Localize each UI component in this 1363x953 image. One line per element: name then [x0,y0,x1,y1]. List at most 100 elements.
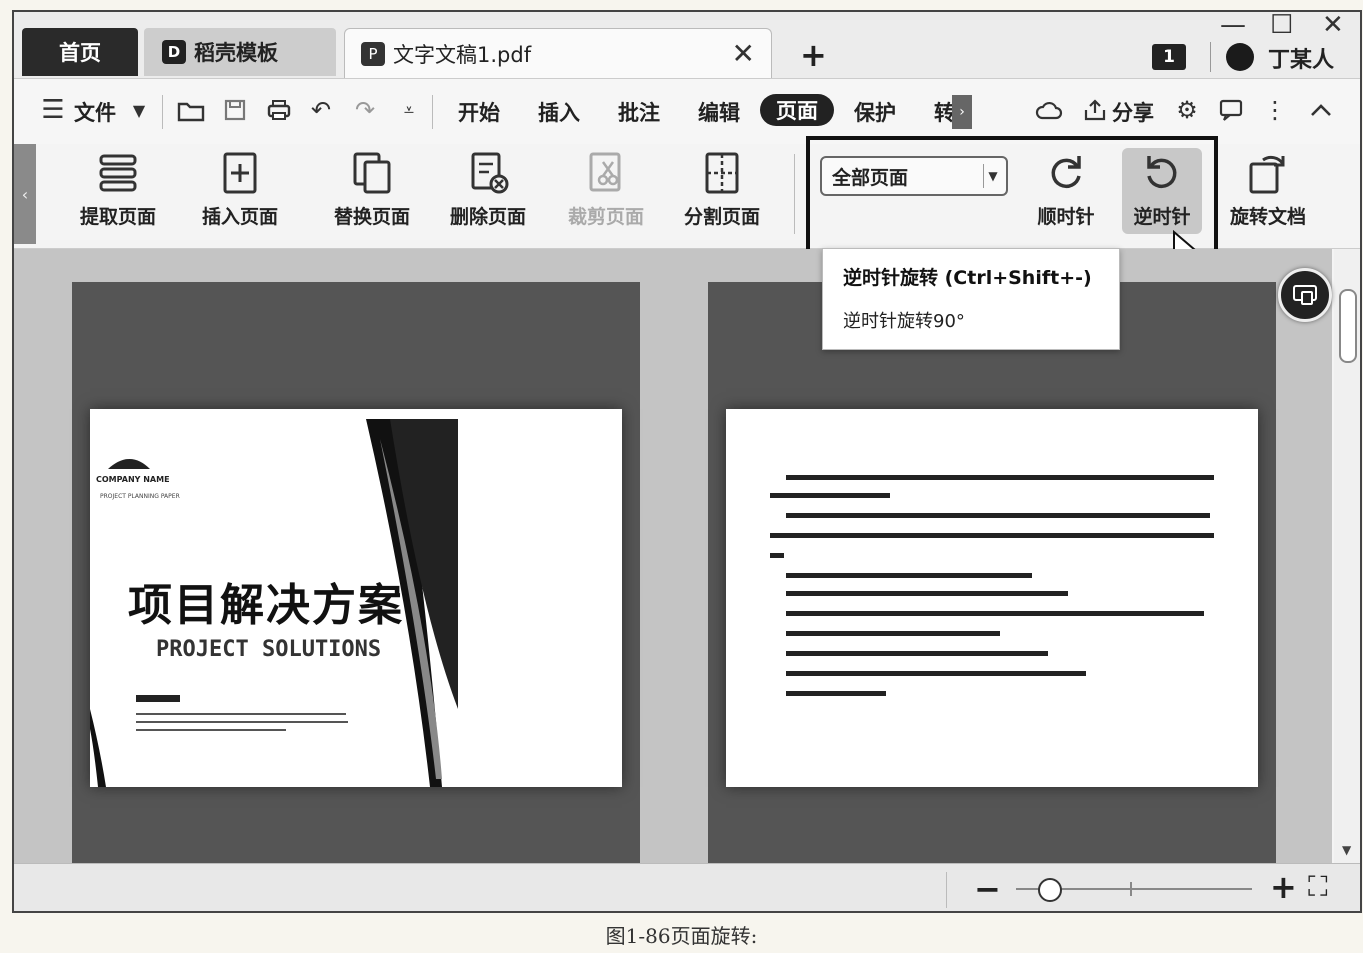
figure-caption: 图1-86页面旋转: [605,924,758,948]
replace-page-icon [353,152,391,194]
menu-edit[interactable]: 编辑 [698,97,740,127]
settings-gear-icon[interactable]: ⚙ [1170,93,1204,127]
share-icon[interactable] [1078,93,1112,127]
tab-home-label: 首页 [59,41,101,65]
insert-page-label: 插入页面 [201,206,278,228]
menu-bar: ☰ 文件 ▼ ↶ ↷ ⩡ 开始 插入 批注 编辑 页面 保护 转 › 分享 ⚙ [14,78,1360,145]
page-2-text-line [786,611,1204,616]
print-icon[interactable] [262,93,296,127]
comment-icon[interactable] [1214,93,1248,127]
divider [794,154,795,234]
chevron-down-icon[interactable]: ▼ [122,93,156,127]
menu-scroll-right-icon[interactable]: › [952,95,972,129]
more-options-icon[interactable]: ⋮ [1258,93,1292,127]
crop-page-icon [589,152,621,192]
rotate-document-icon [1249,155,1285,194]
avatar[interactable] [1226,43,1254,71]
open-folder-icon[interactable] [174,93,208,127]
share-button[interactable]: 分享 [1112,97,1154,127]
page-2-text-line [770,533,1214,538]
crop-page-label: 裁剪页面 [567,206,644,228]
undo-icon[interactable]: ↶ [304,93,338,127]
tab-bar: 首页 D 稻壳模板 P 文字文稿1.pdf ✕ + — ☐ ✕ 1 丁某人 [14,12,1360,78]
page-2-text-line [786,513,1210,518]
page-2-text-line [786,475,1214,480]
callout-highlight-box [806,136,1218,260]
close-window-button[interactable]: ✕ [1322,12,1344,40]
redo-icon[interactable]: ↷ [348,93,382,127]
tab-template-label: 稻壳模板 [194,41,278,65]
window-count-badge[interactable]: 1 [1152,44,1186,70]
page-2-text-line [770,553,784,558]
zoom-in-button[interactable]: + [1270,868,1297,906]
view-mode-icon [1293,285,1317,305]
page-2[interactable] [726,409,1258,787]
app-window: 首页 D 稻壳模板 P 文字文稿1.pdf ✕ + — ☐ ✕ 1 丁某人 ☰ … [12,10,1362,913]
page-1-company-name: COMPANY NAME [96,475,170,484]
dropdown-item-rotate-ccw-shortcut[interactable]: 逆时针旋转 (Ctrl+Shift+-) [843,263,1092,290]
tab-template[interactable]: D 稻壳模板 [144,28,336,76]
extract-page-label: 提取页面 [79,206,156,228]
rotate-document-button[interactable]: 旋转文档 [1218,150,1318,240]
tab-document-label: 文字文稿1.pdf [393,42,532,67]
menu-comment[interactable]: 批注 [618,97,660,127]
page-2-text-line [786,651,1048,656]
maximize-button[interactable]: ☐ [1270,12,1293,40]
menu-file[interactable]: 文件 [74,97,116,127]
split-page-label: 分割页面 [683,206,760,228]
new-tab-button[interactable]: + [800,36,827,74]
scroll-down-icon[interactable]: ▼ [1342,843,1351,857]
more-quick-access-icon[interactable]: ⩡ [392,93,426,127]
menu-start[interactable]: 开始 [458,97,500,127]
status-bar: − + ⛶ [14,863,1360,911]
page-2-text-line [786,591,1068,596]
page-1-text-line [136,729,286,731]
page-2-text-line [786,691,886,696]
divider [1210,42,1211,72]
page-1-text-line [136,721,348,723]
split-page-icon [705,152,739,194]
save-icon[interactable] [218,93,252,127]
collapse-ribbon-icon[interactable] [1304,93,1338,127]
page-1-subtitle: PROJECT SOLUTIONS [156,637,382,662]
vertical-scrollbar[interactable]: ▼ [1334,249,1360,863]
cloud-sync-icon[interactable] [1032,93,1066,127]
zoom-slider-handle[interactable] [1038,878,1062,902]
hamburger-menu-icon[interactable]: ☰ [36,93,70,127]
delete-page-label: 删除页面 [449,206,526,228]
tab-home[interactable]: 首页 [22,28,138,76]
page-1-tagline: PROJECT PLANNING PAPER [100,493,180,500]
rotate-counterclockwise-dropdown: 逆时针旋转 (Ctrl+Shift+-) 逆时针旋转90° [822,248,1120,350]
user-name[interactable]: 丁某人 [1268,42,1334,74]
split-page-button[interactable]: 分割页面 [672,150,772,240]
delete-page-button[interactable]: 删除页面 [438,150,538,240]
zoom-slider-tick [1130,882,1132,896]
tab-document[interactable]: P 文字文稿1.pdf ✕ [344,28,772,78]
minimize-button[interactable]: — [1220,12,1246,40]
document-workspace: COMPANY NAME PROJECT PLANNING PAPER 项目解决… [14,249,1332,863]
ribbon-scroll-left-icon[interactable]: ‹ [14,144,36,244]
page-1-text-bar [136,695,180,702]
floating-view-toggle-button[interactable] [1278,268,1332,322]
replace-page-button[interactable]: 替换页面 [322,150,422,240]
extract-page-button[interactable]: 提取页面 [68,150,168,240]
tab-close-icon[interactable]: ✕ [732,37,755,70]
divider [946,872,947,908]
page-1-text-line [136,713,346,715]
menu-page[interactable]: 页面 [760,94,834,126]
menu-insert[interactable]: 插入 [538,97,580,127]
crop-page-button[interactable]: 裁剪页面 [556,150,656,240]
zoom-out-button[interactable]: − [974,870,1001,908]
scrollbar-thumb[interactable] [1339,289,1357,363]
fullscreen-icon[interactable]: ⛶ [1308,870,1328,904]
dropdown-item-rotate-ccw-90[interactable]: 逆时针旋转90° [843,307,965,333]
delete-page-icon [471,152,509,194]
divider [162,95,163,129]
divider [432,95,433,129]
insert-page-button[interactable]: 插入页面 [190,150,290,240]
page-1[interactable]: COMPANY NAME PROJECT PLANNING PAPER 项目解决… [90,409,622,787]
page-1-title: 项目解决方案 [128,580,404,631]
menu-protect[interactable]: 保护 [854,97,896,127]
extract-page-icon [99,154,137,192]
page-2-text-line [786,631,1000,636]
